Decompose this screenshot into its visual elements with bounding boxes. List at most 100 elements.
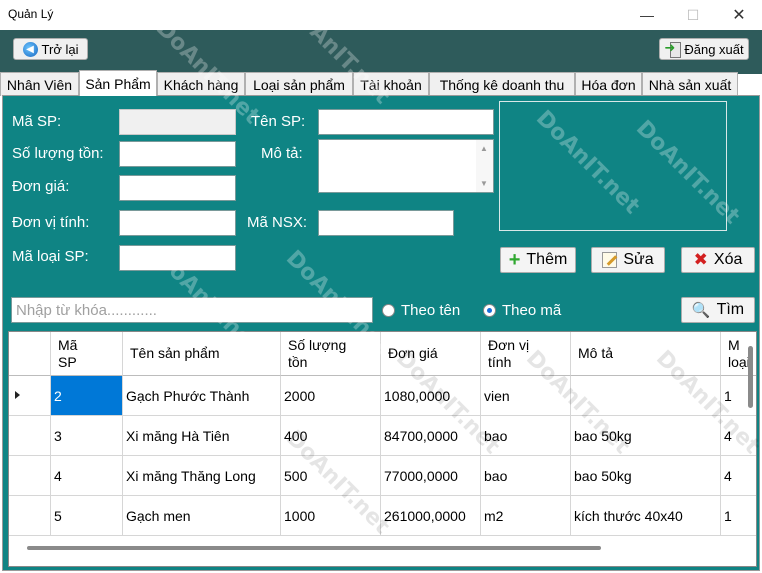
edit-button-label: Sửa	[623, 251, 654, 268]
cell-ma-sp[interactable]: 4	[51, 456, 123, 496]
cell-don-gia[interactable]: 77000,0000	[381, 456, 481, 496]
radio-by-code[interactable]: Theo mã	[483, 302, 561, 319]
cell-so-luong[interactable]: 2000	[281, 376, 381, 416]
tab-san-pham[interactable]: Sản Phẩm	[79, 70, 157, 96]
cell-mo-ta[interactable]: kích thước 40x40	[571, 496, 721, 536]
edit-icon	[602, 252, 618, 268]
radio-by-code-dot[interactable]	[483, 304, 496, 317]
radio-by-name-label: Theo tên	[401, 302, 461, 319]
ma-loai-label: Mã loại SP:	[12, 248, 89, 265]
scroll-down-icon[interactable]: ▼	[480, 179, 488, 188]
add-button-label: Thêm	[526, 251, 568, 268]
row-header[interactable]	[9, 416, 51, 456]
col-header-don-gia[interactable]: Đơn giá	[381, 332, 481, 376]
plus-icon: +	[508, 249, 521, 271]
tab-khach-hang[interactable]: Khách hàng	[157, 72, 245, 96]
cell-ma-loai[interactable]: 4	[721, 416, 756, 456]
back-arrow-icon: ◀	[22, 41, 38, 57]
tab-tai-khoan[interactable]: Tài khoản	[353, 72, 429, 96]
search-icon: 🔍	[691, 302, 711, 319]
cell-so-luong[interactable]: 400	[281, 416, 381, 456]
tab-thong-ke-doanh-thu[interactable]: Thống kê doanh thu	[429, 72, 575, 96]
don-gia-field[interactable]	[119, 175, 236, 201]
row-header[interactable]	[9, 376, 51, 416]
cell-ten-sp[interactable]: Xi măng Thăng Long	[123, 456, 281, 496]
top-toolbar: ◀ Trở lại Đăng xuất	[0, 30, 762, 74]
tab-nha-san-xuat[interactable]: Nhà sản xuất	[642, 72, 738, 96]
radio-by-name[interactable]: Theo tên	[382, 302, 460, 319]
row-header[interactable]	[9, 496, 51, 536]
product-image-box	[499, 101, 727, 231]
cell-ma-loai[interactable]: 1	[721, 496, 756, 536]
title-bar: Quản Lý — ☐ ✕	[0, 0, 762, 30]
back-button[interactable]: ◀ Trở lại	[13, 38, 88, 60]
row-header[interactable]	[9, 456, 51, 496]
table-vertical-scrollbar[interactable]	[748, 346, 753, 408]
ma-sp-field[interactable]	[119, 109, 236, 135]
close-button[interactable]: ✕	[716, 0, 762, 30]
cell-ten-sp[interactable]: Gạch men	[123, 496, 281, 536]
product-panel: Mã SP: Số lượng tồn: Đơn giá: Đơn vị tín…	[2, 95, 760, 571]
cell-so-luong[interactable]: 1000	[281, 496, 381, 536]
cell-mo-ta[interactable]: bao 50kg	[571, 416, 721, 456]
cell-ma-loai[interactable]: 4	[721, 456, 756, 496]
ma-sp-label: Mã SP:	[12, 113, 62, 130]
cell-don-gia[interactable]: 1080,0000	[381, 376, 481, 416]
ma-nsx-field[interactable]	[318, 210, 454, 236]
cell-ma-sp[interactable]: 5	[51, 496, 123, 536]
mo-ta-textarea[interactable]: ▲ ▼	[318, 139, 494, 193]
cell-ten-sp[interactable]: Xi măng Hà Tiên	[123, 416, 281, 456]
tab-loai-san-pham[interactable]: Loại sản phẩm	[245, 72, 353, 96]
ten-sp-field[interactable]	[318, 109, 494, 135]
search-input[interactable]: Nhập từ khóa............	[11, 297, 373, 323]
scroll-up-icon[interactable]: ▲	[480, 144, 488, 153]
cell-don-vi[interactable]: m2	[481, 496, 571, 536]
maximize-button[interactable]: ☐	[670, 0, 716, 30]
so-luong-label: Số lượng tồn:	[12, 145, 104, 162]
cell-don-vi[interactable]: bao	[481, 456, 571, 496]
ma-nsx-label: Mã NSX:	[247, 214, 308, 231]
col-header-so-luong[interactable]: Số lượng tồn	[281, 332, 381, 376]
radio-by-name-dot[interactable]	[382, 304, 395, 317]
minimize-button[interactable]: —	[624, 0, 670, 30]
cell-ma-sp[interactable]: 3	[51, 416, 123, 456]
back-button-label: Trở lại	[41, 41, 79, 57]
col-header-ma-sp[interactable]: Mã SP	[51, 332, 123, 376]
cell-so-luong[interactable]: 500	[281, 456, 381, 496]
row-header-corner	[9, 332, 51, 376]
ten-sp-label: Tên SP:	[251, 113, 306, 130]
delete-icon: ✖	[693, 250, 708, 269]
window-title: Quản Lý	[8, 7, 54, 21]
logout-button-label: Đăng xuất	[684, 41, 744, 57]
tab-hoa-don[interactable]: Hóa đơn	[575, 72, 642, 96]
edit-button[interactable]: Sửa	[591, 247, 665, 273]
logout-icon	[664, 40, 682, 58]
cell-don-vi[interactable]: bao	[481, 416, 571, 456]
cell-don-vi[interactable]: vien	[481, 376, 571, 416]
cell-don-gia[interactable]: 84700,0000	[381, 416, 481, 456]
don-vi-field[interactable]	[119, 210, 236, 236]
col-header-ten-sp[interactable]: Tên sản phẩm	[123, 332, 281, 376]
cell-don-gia[interactable]: 261000,0000	[381, 496, 481, 536]
don-gia-label: Đơn giá:	[12, 178, 70, 195]
cell-ten-sp[interactable]: Gạch Phước Thành	[123, 376, 281, 416]
logout-button[interactable]: Đăng xuất	[659, 38, 749, 60]
add-button[interactable]: + Thêm	[500, 247, 576, 273]
table-horizontal-scrollbar[interactable]	[27, 546, 601, 550]
delete-button[interactable]: ✖ Xóa	[681, 247, 755, 273]
col-header-mo-ta[interactable]: Mô tả	[571, 332, 721, 376]
col-header-don-vi[interactable]: Đơn vị tính	[481, 332, 571, 376]
ma-loai-field[interactable]	[119, 245, 236, 271]
find-button-label: Tìm	[716, 301, 745, 318]
cell-mo-ta[interactable]: bao 50kg	[571, 456, 721, 496]
cell-ma-sp[interactable]: 2	[51, 376, 123, 416]
delete-button-label: Xóa	[713, 251, 743, 268]
tab-nhan-vien[interactable]: Nhân Viên	[0, 72, 79, 96]
radio-by-code-label: Theo mã	[502, 302, 562, 319]
tab-strip: Nhân Viên Sản Phẩm Khách hàng Loại sản p…	[0, 70, 762, 96]
cell-mo-ta[interactable]	[571, 376, 721, 416]
product-table[interactable]: Mã SP Tên sản phẩm Số lượng tồn Đơn giá …	[8, 331, 757, 567]
mo-ta-scrollbar[interactable]: ▲ ▼	[476, 140, 493, 192]
so-luong-field[interactable]	[119, 141, 236, 167]
find-button[interactable]: 🔍 Tìm	[681, 297, 755, 323]
